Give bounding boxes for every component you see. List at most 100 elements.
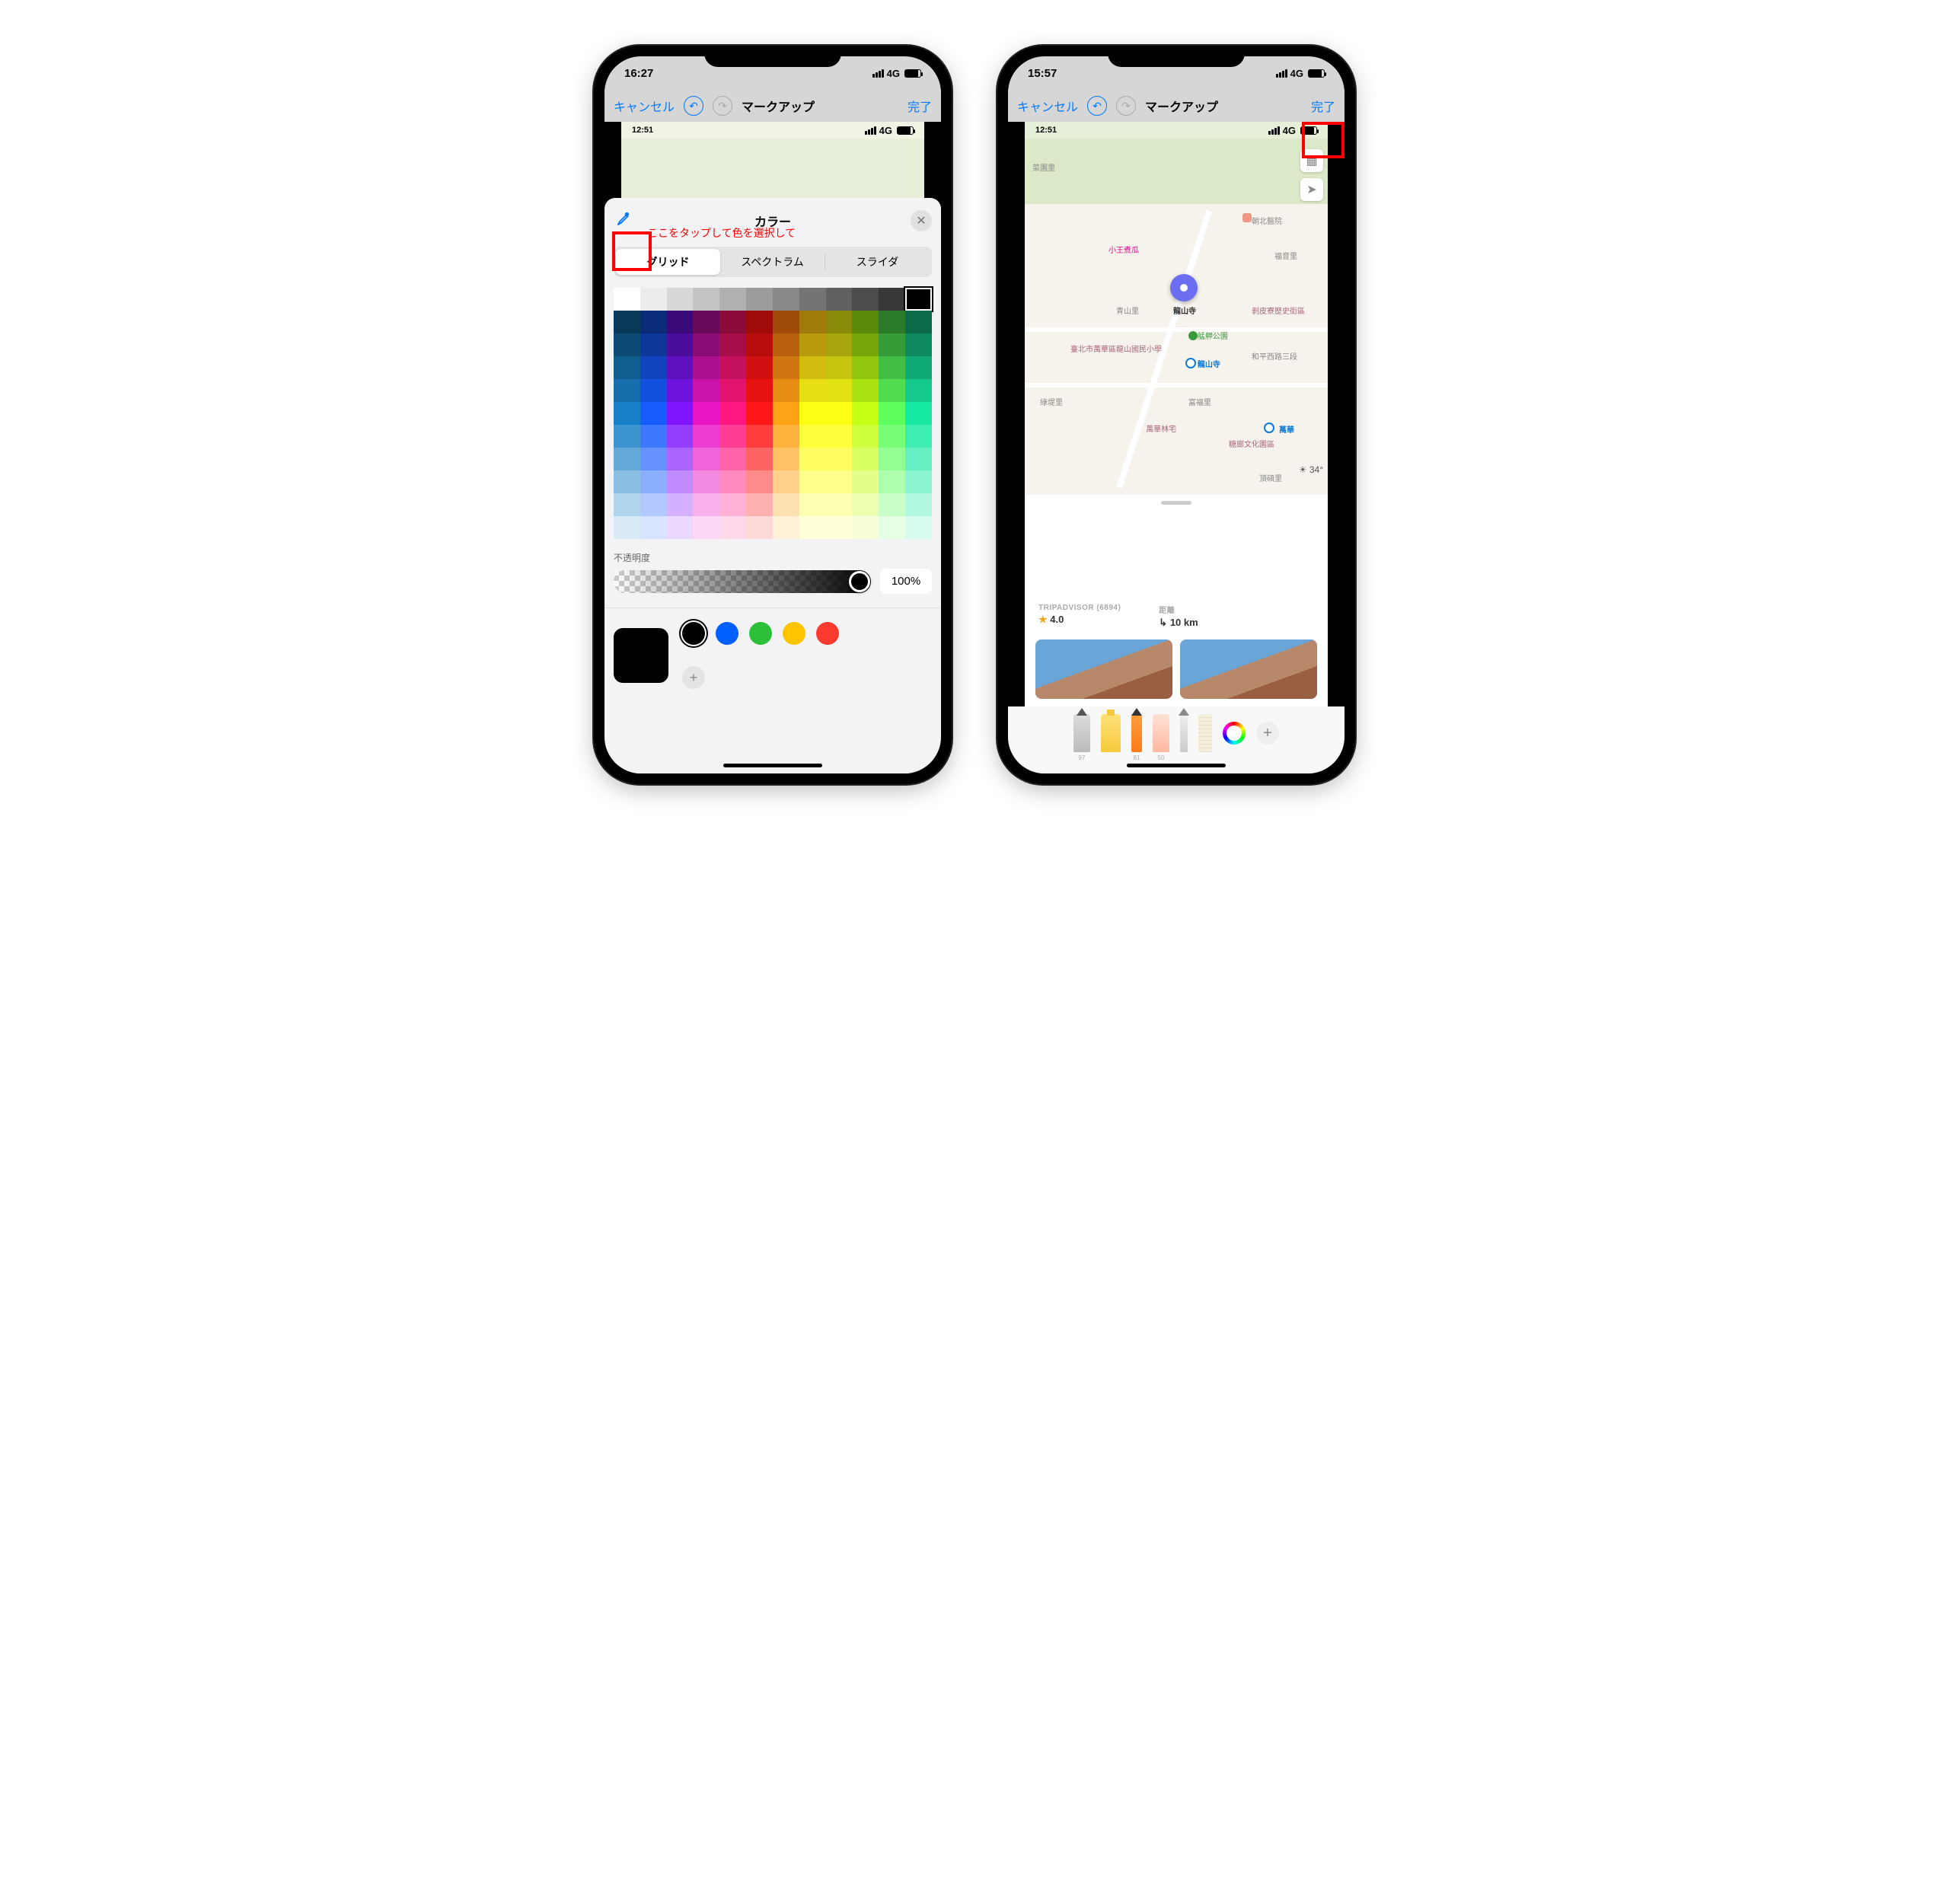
color-swatch[interactable]: [799, 448, 826, 470]
color-swatch[interactable]: [773, 448, 799, 470]
gray-swatch[interactable]: [826, 288, 853, 311]
color-swatch[interactable]: [852, 516, 879, 539]
color-swatch[interactable]: [799, 311, 826, 333]
color-swatch[interactable]: [614, 493, 640, 516]
color-swatch[interactable]: [852, 448, 879, 470]
gray-swatch[interactable]: [640, 288, 667, 311]
color-swatch[interactable]: [614, 379, 640, 402]
color-swatch[interactable]: [614, 356, 640, 379]
color-swatch[interactable]: [746, 493, 773, 516]
add-swatch-button[interactable]: +: [682, 666, 705, 689]
done-button[interactable]: 完了: [908, 97, 932, 115]
color-swatch[interactable]: [614, 402, 640, 425]
recent-swatch[interactable]: [682, 622, 705, 645]
color-swatch[interactable]: [852, 311, 879, 333]
park-pin[interactable]: [1188, 331, 1198, 340]
color-swatch[interactable]: [879, 470, 905, 493]
color-swatch[interactable]: [667, 356, 694, 379]
color-swatch[interactable]: [826, 448, 853, 470]
color-swatch[interactable]: [640, 333, 667, 356]
gray-swatch[interactable]: [905, 288, 932, 311]
color-swatch[interactable]: [826, 379, 853, 402]
color-swatch[interactable]: [852, 333, 879, 356]
color-swatch[interactable]: [773, 425, 799, 448]
color-swatch[interactable]: [826, 470, 853, 493]
color-swatch[interactable]: [640, 356, 667, 379]
color-swatch[interactable]: [826, 493, 853, 516]
color-swatch[interactable]: [799, 493, 826, 516]
color-swatch[interactable]: [614, 448, 640, 470]
color-swatch[interactable]: [905, 402, 932, 425]
color-swatch[interactable]: [640, 402, 667, 425]
recent-swatch[interactable]: [783, 622, 805, 645]
color-swatch[interactable]: [852, 379, 879, 402]
color-swatch[interactable]: [746, 448, 773, 470]
color-swatch[interactable]: [746, 470, 773, 493]
color-swatch[interactable]: [879, 356, 905, 379]
color-swatch[interactable]: [746, 333, 773, 356]
done-button[interactable]: 完了: [1311, 97, 1335, 115]
color-swatch[interactable]: [693, 356, 719, 379]
station-pin[interactable]: [1185, 358, 1196, 368]
color-swatch[interactable]: [905, 470, 932, 493]
color-swatch[interactable]: [879, 311, 905, 333]
color-swatch[interactable]: [905, 425, 932, 448]
color-swatch[interactable]: [693, 333, 719, 356]
color-swatch[interactable]: [746, 311, 773, 333]
color-swatch[interactable]: [905, 448, 932, 470]
color-swatch[interactable]: [799, 356, 826, 379]
color-swatch[interactable]: [719, 333, 746, 356]
gray-swatch[interactable]: [614, 288, 640, 311]
undo-button[interactable]: ↶: [1087, 96, 1107, 116]
color-swatch[interactable]: [719, 448, 746, 470]
color-swatch[interactable]: [719, 516, 746, 539]
color-swatch[interactable]: [879, 448, 905, 470]
gray-swatch[interactable]: [667, 288, 694, 311]
color-swatch[interactable]: [905, 379, 932, 402]
gray-swatch[interactable]: [719, 288, 746, 311]
eyedropper-button[interactable]: [614, 211, 630, 231]
color-swatch[interactable]: [719, 402, 746, 425]
cancel-button[interactable]: キャンセル: [614, 97, 675, 115]
pen-tool[interactable]: 97: [1073, 714, 1090, 752]
color-swatch[interactable]: [693, 402, 719, 425]
gray-swatch[interactable]: [773, 288, 799, 311]
color-swatch[interactable]: [746, 402, 773, 425]
eraser-tool[interactable]: 50: [1153, 714, 1169, 752]
color-swatch[interactable]: [667, 379, 694, 402]
color-swatch[interactable]: [667, 425, 694, 448]
picker-tabs[interactable]: グリッド スペクトラム スライダ: [614, 247, 932, 277]
opacity-slider[interactable]: [614, 570, 871, 593]
close-button[interactable]: ✕: [911, 210, 932, 231]
gray-row[interactable]: [614, 288, 932, 311]
color-swatch[interactable]: [693, 470, 719, 493]
recent-swatch[interactable]: [749, 622, 772, 645]
photo-thumb[interactable]: [1035, 639, 1172, 699]
color-swatch[interactable]: [826, 311, 853, 333]
color-swatch[interactable]: [614, 311, 640, 333]
color-swatch[interactable]: [852, 402, 879, 425]
color-swatch[interactable]: [773, 516, 799, 539]
color-swatch[interactable]: [614, 333, 640, 356]
color-swatch[interactable]: [693, 493, 719, 516]
color-swatch[interactable]: [905, 493, 932, 516]
color-swatch[interactable]: [693, 379, 719, 402]
color-swatch[interactable]: [719, 356, 746, 379]
map-locate-button[interactable]: ➤: [1300, 178, 1323, 201]
color-swatch[interactable]: [719, 493, 746, 516]
color-swatch[interactable]: [879, 493, 905, 516]
ruler-tool[interactable]: [1198, 714, 1212, 752]
color-swatch[interactable]: [667, 470, 694, 493]
color-swatch[interactable]: [852, 470, 879, 493]
color-swatch[interactable]: [826, 333, 853, 356]
recent-swatch[interactable]: [816, 622, 839, 645]
highlighter-tool[interactable]: [1101, 714, 1121, 752]
gray-swatch[interactable]: [879, 288, 905, 311]
color-swatch[interactable]: [852, 493, 879, 516]
gray-swatch[interactable]: [799, 288, 826, 311]
color-swatch[interactable]: [879, 379, 905, 402]
detail-sheet[interactable]: TRIPADVISOR (6894) ★ 4.0 距離 ↳ 10 km: [1025, 495, 1328, 706]
color-swatch[interactable]: [693, 311, 719, 333]
color-swatch[interactable]: [799, 516, 826, 539]
color-picker-button[interactable]: [1223, 722, 1246, 745]
